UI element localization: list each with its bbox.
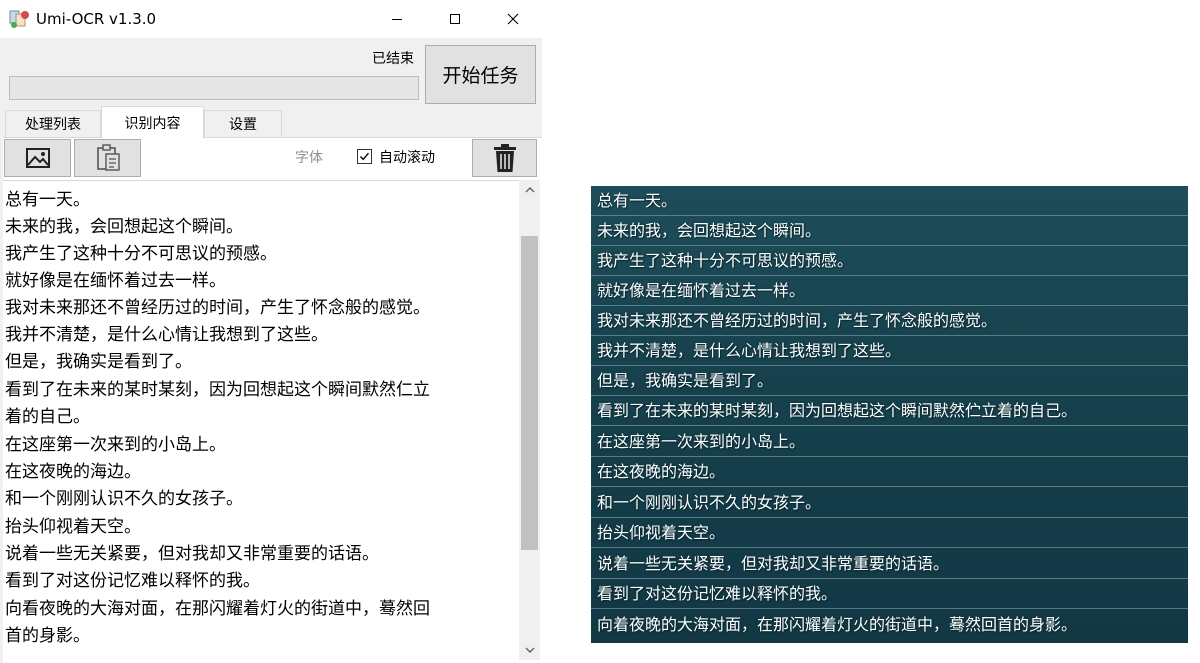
- font-button[interactable]: 字体: [295, 148, 323, 168]
- game-text-row: 向着夜晚的大海对面，在那闪耀着灯火的街道中，蓦然回首的身影。: [591, 610, 1188, 640]
- ocr-text-line: 在这座第一次来到的小岛上。: [5, 435, 226, 455]
- game-text-row: 但是，我确实是看到了。: [591, 366, 1188, 396]
- ocr-text-line: 说着一些无关紧要，但对我却又非常重要的话语。: [5, 544, 379, 564]
- paste-button[interactable]: [74, 139, 141, 177]
- game-text-line: 总有一天。: [597, 191, 678, 210]
- vertical-scrollbar[interactable]: [519, 180, 540, 660]
- game-text-line: 说着一些无关紧要，但对我却又非常重要的话语。: [597, 554, 950, 573]
- status-label: 已结束: [372, 51, 414, 67]
- autoscroll-checkbox[interactable]: [357, 149, 372, 164]
- game-text-line: 在这夜晚的海边。: [597, 462, 726, 481]
- game-text-line: 我对未来那还不曾经历过的时间，产生了怀念般的感觉。: [597, 311, 998, 330]
- game-text-row: 和一个刚刚认识不久的女孩子。: [591, 488, 1188, 518]
- game-text-screenshot: 总有一天。 未来的我，会回想起这个瞬间。 我产生了这种十分不可思议的预感。 就好…: [591, 186, 1188, 643]
- ocr-text-line: 向看夜晚的大海对面，在那闪耀着灯火的街道中，蓦然回: [5, 599, 430, 619]
- game-text-row: 看到了对这份记忆难以释怀的我。: [591, 579, 1188, 609]
- close-button[interactable]: [484, 0, 542, 38]
- game-text-row: 我并不清楚，是什么心情让我想到了这些。: [591, 336, 1188, 366]
- close-icon: [507, 13, 519, 25]
- game-text-line: 我并不清楚，是什么心情让我想到了这些。: [597, 341, 902, 360]
- scroll-up-button[interactable]: [519, 180, 540, 200]
- scrollbar-thumb[interactable]: [521, 236, 538, 550]
- game-text-row: 抬头仰视着天空。: [591, 518, 1188, 548]
- umi-ocr-window: Umi-OCR v1.3.0 已结束 开始任务 处理列表 识别内容 设置 字体 …: [0, 0, 542, 663]
- game-text-line: 和一个刚刚认识不久的女孩子。: [597, 493, 822, 512]
- ocr-text-line: 和一个刚刚认识不久的女孩子。: [5, 489, 243, 509]
- scroll-down-button[interactable]: [519, 640, 540, 660]
- start-task-button[interactable]: 开始任务: [425, 45, 536, 104]
- game-text-row: 就好像是在缅怀着过去一样。: [591, 276, 1188, 306]
- game-text-line: 就好像是在缅怀着过去一样。: [597, 281, 806, 300]
- ocr-text-line: 我产生了这种十分不可思议的预感。: [5, 244, 277, 264]
- ocr-text-line: 抬头仰视着天空。: [5, 517, 141, 537]
- clear-button[interactable]: [472, 139, 537, 177]
- checkmark-icon: [359, 152, 370, 161]
- game-text-line: 但是，我确实是看到了。: [597, 371, 774, 390]
- minimize-button[interactable]: [368, 0, 426, 38]
- title-bar: Umi-OCR v1.3.0: [0, 0, 542, 38]
- ocr-text-line: 我并不清楚，是什么心情让我想到了这些。: [5, 325, 328, 345]
- ocr-text-line: 看到了对这份记忆难以释怀的我。: [5, 571, 260, 591]
- game-text-row: 未来的我，会回想起这个瞬间。: [591, 216, 1188, 246]
- chevron-up-icon: [525, 187, 534, 193]
- game-text-line: 看到了对这份记忆难以释怀的我。: [597, 584, 838, 603]
- umi-ocr-app-icon: [9, 9, 31, 29]
- tab-process-list[interactable]: 处理列表: [5, 110, 101, 137]
- ocr-text-line: 首的身影。: [5, 626, 90, 646]
- ocr-text-line: 看到了在未来的某时某刻，因为回想起这个瞬间默然仁立: [5, 380, 430, 400]
- game-text-row: 总有一天。: [591, 186, 1188, 216]
- ocr-text-line: 总有一天。: [5, 190, 90, 210]
- game-text-row: 在这夜晚的海边。: [591, 457, 1188, 487]
- progress-bar: [9, 76, 419, 100]
- maximize-button[interactable]: [426, 0, 484, 38]
- game-text-row: 说着一些无关紧要，但对我却又非常重要的话语。: [591, 549, 1188, 579]
- ocr-text-line: 着的自己。: [5, 407, 90, 427]
- ocr-result-textbox[interactable]: 总有一天。 未来的我，会回想起这个瞬间。 我产生了这种十分不可思议的预感。 就好…: [3, 180, 519, 661]
- clipboard-icon: [96, 144, 120, 171]
- chevron-down-icon: [525, 647, 534, 653]
- game-text-line: 未来的我，会回想起这个瞬间。: [597, 221, 822, 240]
- tab-settings[interactable]: 设置: [204, 110, 282, 137]
- game-text-row: 我产生了这种十分不可思议的预感。: [591, 246, 1188, 276]
- game-text-line: 向着夜晚的大海对面，在那闪耀着灯火的街道中，蓦然回首的身影。: [597, 615, 1078, 634]
- maximize-icon: [450, 14, 460, 24]
- ocr-text-line: 未来的我，会回想起这个瞬间。: [5, 217, 243, 237]
- game-text-line: 抬头仰视着天空。: [597, 523, 726, 542]
- autoscroll-label[interactable]: 自动滚动: [379, 148, 435, 168]
- game-text-line: 我产生了这种十分不可思议的预感。: [597, 251, 854, 270]
- game-text-row: 看到了在未来的某时某刻，因为回想起这个瞬间默然伫立着的自己。: [591, 396, 1188, 426]
- tab-recognition-content[interactable]: 识别内容: [101, 106, 204, 138]
- ocr-text-line: 就好像是在缅怀着过去一样。: [5, 271, 226, 291]
- game-text-row: 我对未来那还不曾经历过的时间，产生了怀念般的感觉。: [591, 306, 1188, 336]
- ocr-text-line: 在这夜晚的海边。: [5, 462, 141, 482]
- ocr-text-line: 我对未来那还不曾经历过的时间，产生了怀念般的感觉。: [5, 298, 430, 318]
- window-title: Umi-OCR v1.3.0: [36, 10, 157, 28]
- game-text-line: 在这座第一次来到的小岛上。: [597, 432, 806, 451]
- minimize-icon: [392, 19, 402, 20]
- open-image-button[interactable]: [4, 139, 71, 177]
- ocr-text-line: 但是，我确实是看到了。: [5, 352, 192, 372]
- game-text-line: 看到了在未来的某时某刻，因为回想起这个瞬间默然伫立着的自己。: [597, 401, 1078, 420]
- image-icon: [25, 148, 50, 168]
- trash-icon: [493, 144, 516, 172]
- game-text-row: 在这座第一次来到的小岛上。: [591, 427, 1188, 457]
